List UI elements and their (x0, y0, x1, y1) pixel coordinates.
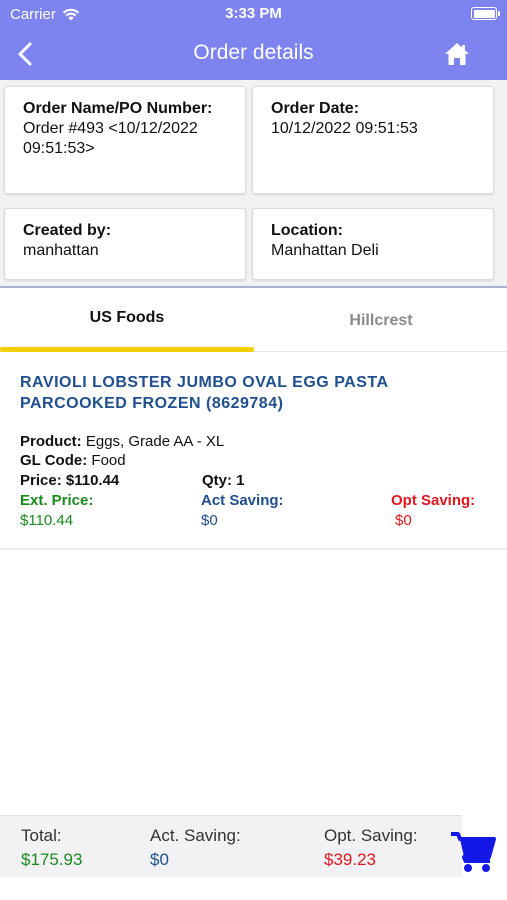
order-details-screen: Carrier 3:33 PM Order details Order Name… (0, 0, 507, 900)
ext-price-block: Ext. Price: $110.44 (20, 491, 93, 531)
act-saving-value: $0 (201, 512, 218, 529)
product-label: Product: (20, 433, 82, 450)
act-saving-label: Act Saving: (201, 492, 284, 509)
created-by-label: Created by: (23, 222, 112, 239)
created-by-value: manhattan (23, 242, 99, 259)
battery-icon (471, 7, 500, 20)
status-bar: Carrier 3:33 PM (0, 0, 507, 28)
price-label: Price: (20, 472, 62, 489)
act-saving-summary-label: Act. Saving: (150, 826, 241, 845)
order-date-label: Order Date: (271, 100, 360, 117)
location-value: Manhattan Deli (271, 242, 379, 259)
product-line: Product: Eggs, Grade AA - XL (20, 432, 224, 451)
order-date-card: Order Date: 10/12/2022 09:51:53 (252, 86, 494, 194)
cart-icon[interactable] (450, 830, 496, 874)
order-date-value: 10/12/2022 09:51:53 (271, 120, 418, 137)
opt-saving-label: Opt Saving: (391, 492, 476, 509)
created-by-card: Created by: manhattan (4, 208, 246, 280)
total-block: Total: $175.93 (21, 824, 82, 872)
qty-line: Qty: 1 (202, 471, 245, 490)
order-summary-footer: Total: $175.93 Act. Saving: $0 Opt. Savi… (0, 815, 462, 877)
order-name-label: Order Name/PO Number: (23, 100, 213, 117)
ext-price-value: $110.44 (20, 512, 74, 529)
home-icon[interactable] (443, 40, 471, 68)
gl-code-line: GL Code: Food (20, 451, 126, 470)
total-value: $175.93 (21, 850, 83, 869)
ext-price-label: Ext. Price: (20, 492, 94, 509)
price-value: $110.44 (65, 472, 120, 489)
location-label: Location: (271, 222, 343, 239)
opt-saving-summary-label: Opt. Saving: (324, 826, 418, 845)
tab-label: Hillcrest (349, 312, 413, 329)
qty-label: Qty: (202, 472, 232, 489)
act-saving-summary: Act. Saving: $0 (150, 824, 241, 872)
product-value: Eggs, Grade AA - XL (85, 433, 225, 450)
status-time: 3:33 PM (225, 5, 282, 22)
vendor-tabs: US Foods Hillcrest (0, 290, 507, 352)
tab-hillcrest[interactable]: Hillcrest (254, 290, 507, 352)
order-line-item: RAVIOLI LOBSTER JUMBO OVAL EGG PASTA PAR… (0, 352, 507, 550)
item-title[interactable]: RAVIOLI LOBSTER JUMBO OVAL EGG PASTA PAR… (20, 372, 490, 414)
act-saving-summary-value: $0 (150, 850, 169, 869)
qty-value: 1 (236, 472, 245, 489)
order-name-value: Order #493 <10/12/2022 09:51:53> (23, 120, 198, 157)
act-saving-block: Act Saving: $0 (201, 491, 284, 531)
order-name-card: Order Name/PO Number: Order #493 <10/12/… (4, 86, 246, 194)
tab-us-foods[interactable]: US Foods (0, 290, 254, 352)
page-title: Order details (193, 41, 314, 64)
total-label: Total: (21, 826, 62, 845)
opt-saving-value: $0 (395, 512, 412, 529)
gl-code-value: Food (91, 452, 126, 469)
opt-saving-block: Opt Saving: $0 (391, 491, 475, 531)
navigation-bar: Order details (0, 28, 507, 80)
opt-saving-summary: Opt. Saving: $39.23 (324, 824, 418, 872)
tab-label: US Foods (89, 309, 165, 326)
price-line: Price: $110.44 (20, 471, 119, 490)
location-card: Location: Manhattan Deli (252, 208, 494, 280)
gl-code-label: GL Code: (20, 452, 88, 469)
opt-saving-summary-value: $39.23 (324, 850, 376, 869)
